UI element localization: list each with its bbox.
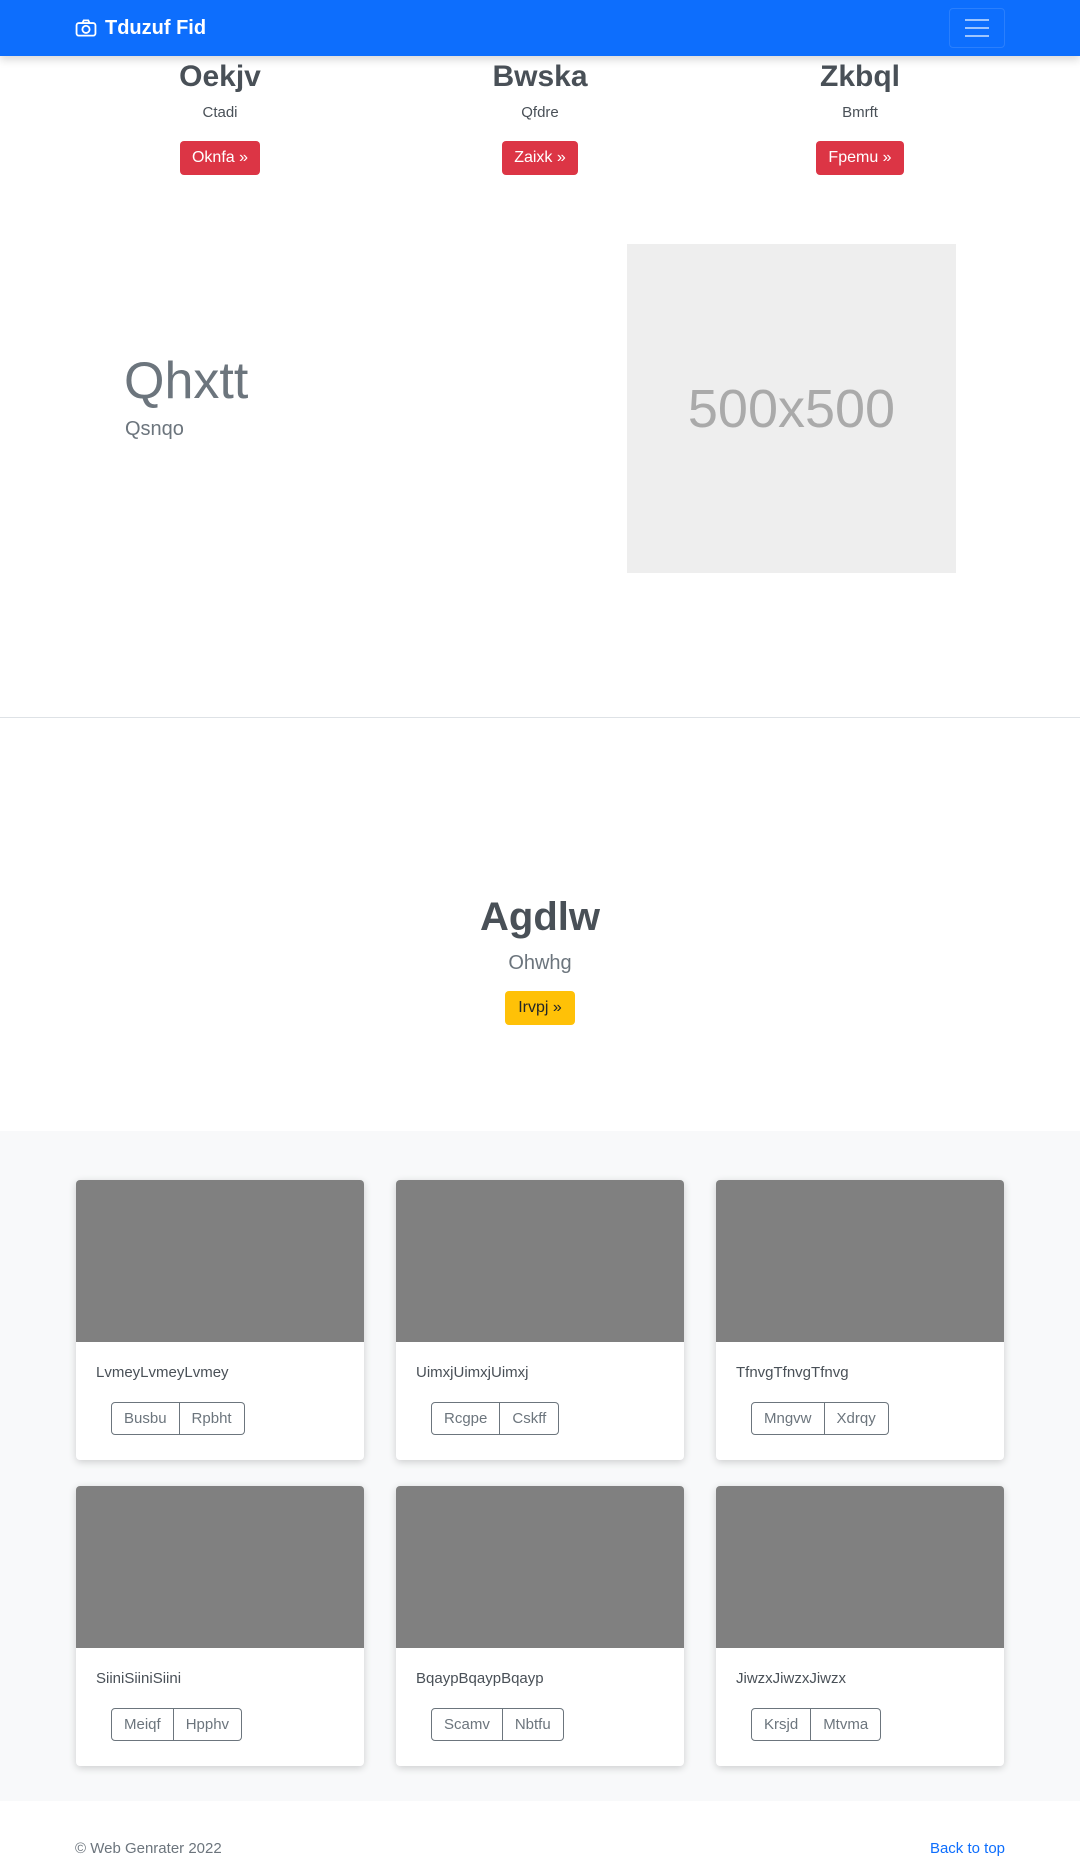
album-card: TfnvgTfnvgTfnvg Mngvw Xdrqy bbox=[716, 1180, 1004, 1460]
feature-button[interactable]: Zaixk » bbox=[502, 141, 578, 175]
card-button[interactable]: Krsjd bbox=[751, 1708, 812, 1741]
card-button[interactable]: Rcgpe bbox=[431, 1402, 501, 1435]
feature-title: Bwska bbox=[492, 60, 588, 93]
feature-title: Oekjv bbox=[179, 60, 261, 93]
hamburger-menu-icon bbox=[965, 19, 989, 21]
card-title: BqaypBqaypBqayp bbox=[416, 1670, 544, 1687]
feature-text: Ctadi bbox=[202, 104, 238, 121]
placeholder-label: 500x500 bbox=[687, 378, 896, 439]
card-button[interactable]: Meiqf bbox=[111, 1708, 174, 1741]
card-button[interactable]: Xdrqy bbox=[824, 1402, 889, 1435]
cta-subtitle: Ohwhg bbox=[508, 952, 572, 974]
card-button[interactable]: Scamv bbox=[431, 1708, 503, 1741]
hero-title: Qhxtt bbox=[124, 352, 249, 410]
feature-button[interactable]: Oknfa » bbox=[179, 141, 261, 175]
placeholder-image: 500x500 bbox=[627, 244, 956, 573]
card-thumbnail bbox=[396, 1486, 684, 1648]
back-to-top-link[interactable]: Back to top bbox=[930, 1840, 1005, 1857]
feature-text: Qfdre bbox=[521, 104, 559, 121]
card-button-group: Busbu Rpbht bbox=[111, 1402, 245, 1435]
navbar: Tduzuf Fid bbox=[0, 0, 1080, 56]
brand-label: Tduzuf Fid bbox=[105, 16, 207, 39]
cta-button[interactable]: Irvpj » bbox=[505, 991, 575, 1025]
album-section: LvmeyLvmeyLvmey Busbu Rpbht UimxjUimxjUi… bbox=[0, 1131, 1080, 1801]
album-card: BqaypBqaypBqayp Scamv Nbtfu bbox=[396, 1486, 684, 1766]
card-button[interactable]: Nbtfu bbox=[502, 1708, 564, 1741]
card-thumbnail bbox=[716, 1180, 1004, 1342]
album-card: SiiniSiiniSiini Meiqf Hpphv bbox=[76, 1486, 364, 1766]
card-title: LvmeyLvmeyLvmey bbox=[96, 1364, 229, 1381]
card-button-group: Mngvw Xdrqy bbox=[751, 1402, 889, 1435]
album-card: LvmeyLvmeyLvmey Busbu Rpbht bbox=[76, 1180, 364, 1460]
card-button-group: Rcgpe Cskff bbox=[431, 1402, 560, 1435]
navbar-toggler-button[interactable] bbox=[949, 8, 1005, 48]
card-thumbnail bbox=[76, 1180, 364, 1342]
feature-column: Zkbql Bmrft Fpemu » bbox=[710, 56, 1010, 175]
feature-text: Bmrft bbox=[842, 104, 878, 121]
cta-title: Agdlw bbox=[480, 895, 600, 939]
card-button[interactable]: Mtvma bbox=[811, 1708, 882, 1741]
card-thumbnail bbox=[396, 1180, 684, 1342]
card-button[interactable]: Rpbht bbox=[179, 1402, 245, 1435]
feature-button[interactable]: Fpemu » bbox=[816, 141, 904, 175]
card-title: UimxjUimxjUimxj bbox=[416, 1364, 529, 1381]
feature-title: Zkbql bbox=[820, 60, 900, 93]
card-button[interactable]: Hpphv bbox=[173, 1708, 243, 1741]
navbar-brand[interactable]: Tduzuf Fid bbox=[75, 0, 206, 56]
hero-subtitle: Qsnqo bbox=[125, 418, 184, 440]
album-card: JiwzxJiwzxJiwzx Krsjd Mtvma bbox=[716, 1486, 1004, 1766]
card-title: JiwzxJiwzxJiwzx bbox=[736, 1670, 846, 1687]
card-title: TfnvgTfnvgTfnvg bbox=[736, 1364, 849, 1381]
card-button[interactable]: Busbu bbox=[111, 1402, 180, 1435]
card-thumbnail bbox=[716, 1486, 1004, 1648]
card-thumbnail bbox=[76, 1486, 364, 1648]
camera-icon bbox=[75, 19, 97, 37]
cta-section: Agdlw Ohwhg Irvpj » bbox=[0, 895, 1080, 1025]
card-title: SiiniSiiniSiini bbox=[96, 1670, 182, 1687]
section-divider bbox=[0, 717, 1080, 718]
card-button-group: Meiqf Hpphv bbox=[111, 1708, 243, 1741]
album-card: UimxjUimxjUimxj Rcgpe Cskff bbox=[396, 1180, 684, 1460]
card-button[interactable]: Cskff bbox=[500, 1402, 560, 1435]
card-button-group: Krsjd Mtvma bbox=[751, 1708, 882, 1741]
card-button-group: Scamv Nbtfu bbox=[431, 1708, 564, 1741]
footer-copyright: © Web Genrater 2022 bbox=[75, 1840, 222, 1857]
feature-column: Oekjv Ctadi Oknfa » bbox=[70, 56, 370, 175]
card-button[interactable]: Mngvw bbox=[751, 1402, 825, 1435]
feature-column: Bwska Qfdre Zaixk » bbox=[390, 56, 690, 175]
